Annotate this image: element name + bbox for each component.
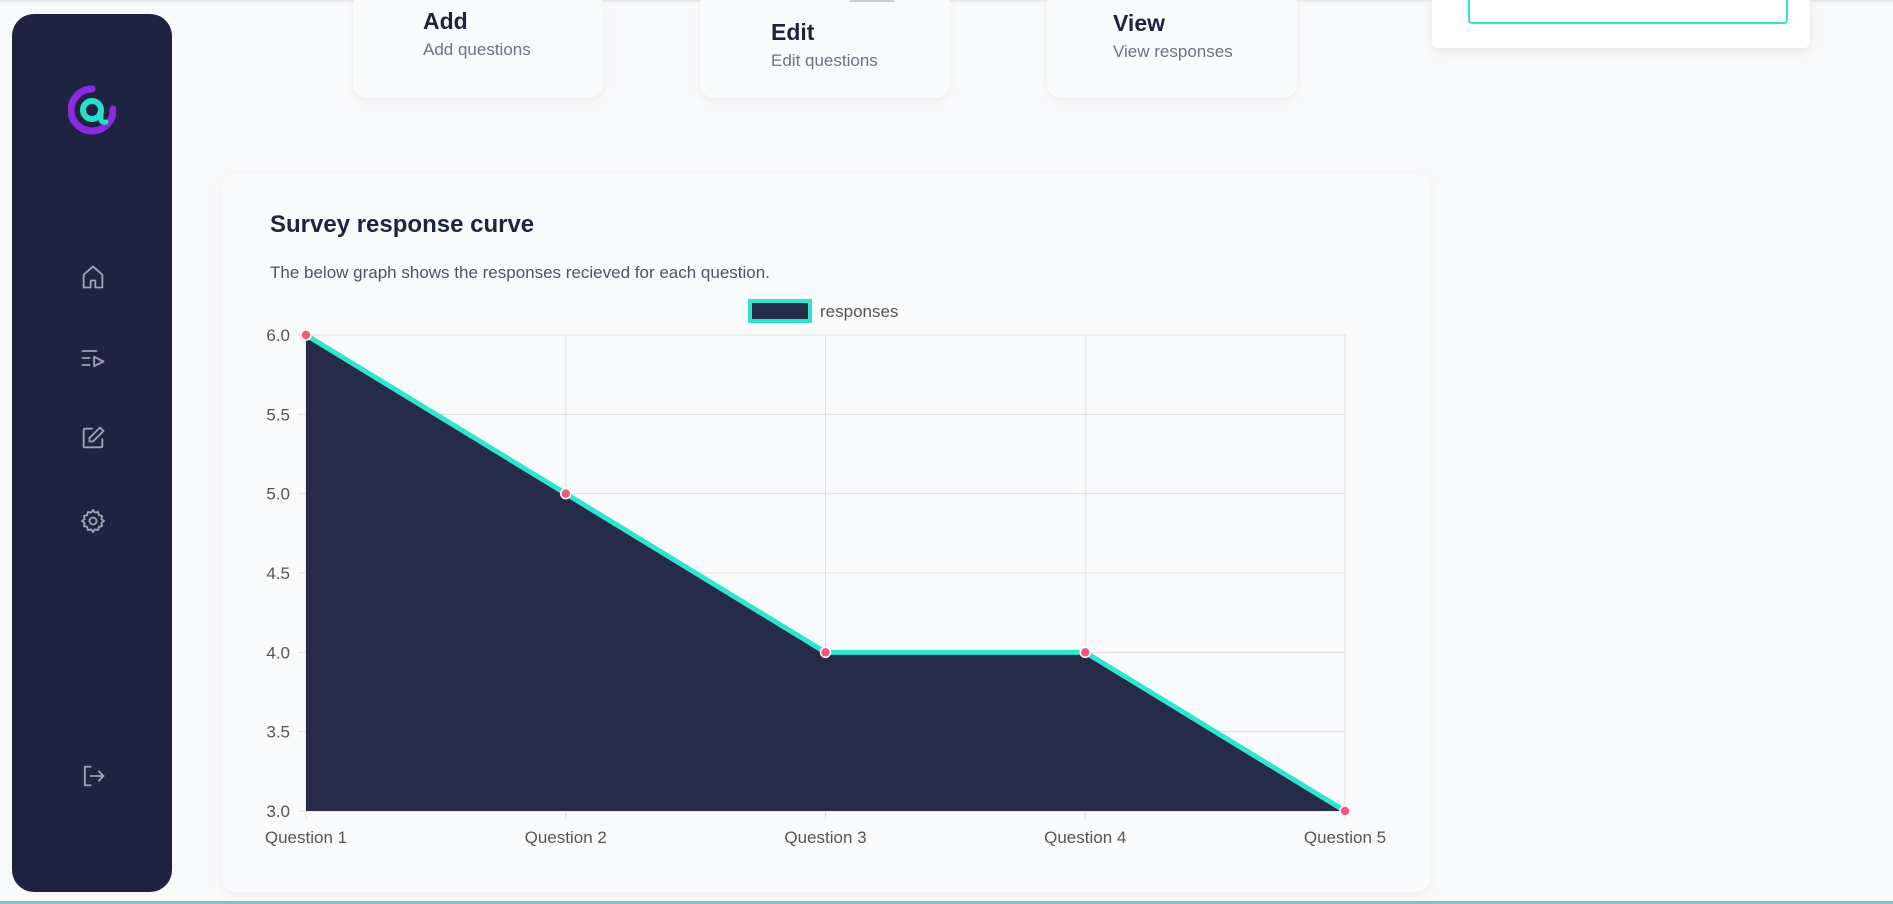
y-tick-label: 3.0 — [266, 802, 290, 821]
chart-card: Survey response curve The below graph sh… — [222, 173, 1430, 892]
edit-card-subtitle: Edit questions — [771, 51, 878, 70]
add-card-title: Add — [423, 8, 468, 34]
x-tick-label: Question 4 — [1044, 828, 1126, 847]
y-tick-label: 5.5 — [266, 405, 290, 424]
view-card-title: View — [1113, 10, 1165, 36]
legend-label: responses — [820, 302, 898, 321]
right-panel-input[interactable] — [1468, 0, 1788, 24]
add-card-subtitle: Add questions — [423, 40, 531, 59]
view-card-subtitle: View responses — [1113, 42, 1233, 61]
y-tick-label: 3.5 — [266, 723, 290, 742]
data-point — [1339, 805, 1351, 817]
x-tick-label: Question 5 — [1304, 828, 1386, 847]
at-logo-icon[interactable] — [67, 85, 117, 135]
y-tick-label: 6.0 — [266, 326, 290, 345]
x-tick-label: Question 2 — [525, 828, 607, 847]
y-tick-label: 4.0 — [266, 643, 290, 662]
data-point — [300, 329, 312, 341]
playlist-icon[interactable] — [78, 343, 108, 373]
logout-icon[interactable] — [78, 761, 108, 791]
x-tick-label: Question 3 — [784, 828, 866, 847]
data-point — [1079, 646, 1091, 659]
settings-icon[interactable] — [78, 506, 108, 536]
y-tick-label: 4.5 — [266, 564, 290, 583]
card-divider — [850, 0, 894, 2]
y-tick-label: 5.0 — [266, 485, 290, 504]
edit-icon[interactable] — [78, 423, 108, 453]
data-point — [819, 646, 832, 659]
data-point — [560, 487, 572, 500]
home-icon[interactable] — [78, 262, 108, 292]
response-chart: 6.0 5.5 5.0 4.5 4.0 3.5 3.0 Question 1 Question … — [265, 299, 1386, 847]
x-tick-label: Question 1 — [265, 828, 347, 847]
edit-card-title: Edit — [771, 19, 815, 45]
edit-card[interactable]: Edit Edit questions — [700, 0, 950, 98]
add-card[interactable]: Add Add questions — [353, 0, 603, 98]
right-panel — [1432, 0, 1810, 48]
sidebar — [12, 14, 172, 892]
legend-swatch — [748, 299, 812, 323]
view-card[interactable]: View View responses — [1047, 0, 1297, 98]
